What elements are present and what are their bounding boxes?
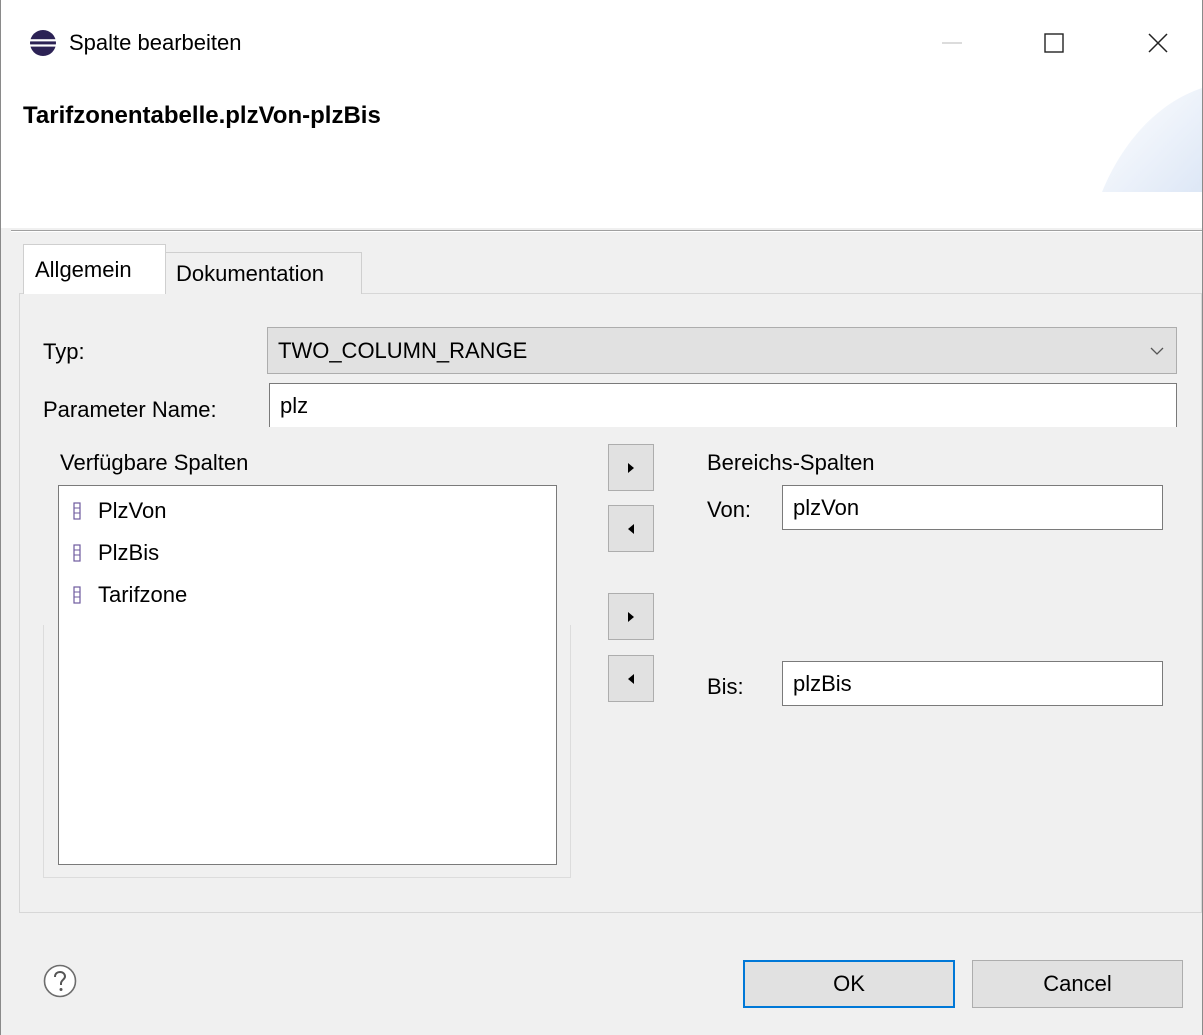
minimize-button[interactable]	[929, 22, 975, 64]
to-column-field[interactable]: plzBis	[782, 661, 1163, 706]
dialog-header: Tarifzonentabelle.plzVon-plzBis	[1, 88, 1202, 228]
dialog-header-title: Tarifzonentabelle.plzVon-plzBis	[23, 102, 381, 129]
column-icon	[73, 502, 81, 520]
arrow-left-icon	[628, 673, 634, 684]
eclipse-icon	[30, 30, 56, 56]
range-columns-label: Bereichs-Spalten	[707, 450, 875, 475]
available-columns-label: Verfügbare Spalten	[60, 450, 249, 475]
type-select[interactable]: TWO_COLUMN_RANGE	[267, 327, 1177, 374]
list-item-label: PlzVon	[98, 498, 167, 523]
available-columns-list[interactable]: PlzVon PlzBis Tarifzone	[58, 485, 557, 865]
remove-to-column-button[interactable]	[608, 655, 654, 702]
add-to-column-button[interactable]	[608, 593, 654, 640]
list-item-label: PlzBis	[98, 540, 160, 565]
list-item[interactable]: Tarifzone	[73, 577, 187, 613]
type-select-value: TWO_COLUMN_RANGE	[278, 337, 528, 363]
tab-dokumentation[interactable]: Dokumentation	[165, 252, 362, 294]
column-icon	[73, 586, 81, 604]
arrow-right-icon	[628, 462, 634, 473]
ok-button[interactable]: OK	[743, 960, 955, 1008]
cancel-button[interactable]: Cancel	[972, 960, 1183, 1008]
list-item[interactable]: PlzVon	[73, 493, 167, 529]
arrow-left-icon	[628, 523, 634, 534]
minimize-icon	[942, 42, 962, 44]
close-button[interactable]	[1135, 22, 1181, 64]
from-label: Von:	[707, 497, 752, 522]
from-column-field[interactable]: plzVon	[782, 485, 1163, 530]
maximize-button[interactable]	[1031, 22, 1077, 64]
close-icon	[1148, 33, 1168, 53]
add-from-column-button[interactable]	[608, 444, 654, 491]
parameter-name-input[interactable]: plz	[269, 383, 1177, 427]
header-decoration	[1102, 88, 1202, 192]
to-label: Bis:	[707, 674, 744, 699]
column-icon	[73, 544, 81, 562]
list-item[interactable]: PlzBis	[73, 535, 159, 571]
arrow-right-icon	[628, 611, 634, 622]
dialog-window: Spalte bearbeiten Tarifzonentabelle.plzV…	[0, 0, 1203, 1035]
help-icon[interactable]	[43, 964, 77, 998]
header-separator	[11, 230, 1202, 232]
list-item-label: Tarifzone	[98, 582, 188, 607]
tab-allgemein[interactable]: Allgemein	[23, 244, 166, 294]
chevron-down-icon	[1150, 347, 1164, 355]
type-label: Typ:	[43, 339, 85, 364]
remove-from-column-button[interactable]	[608, 505, 654, 552]
parameter-name-label: Parameter Name:	[43, 397, 217, 422]
window-title: Spalte bearbeiten	[69, 30, 242, 55]
title-bar: Spalte bearbeiten	[1, 0, 1202, 88]
maximize-icon	[1044, 33, 1064, 53]
